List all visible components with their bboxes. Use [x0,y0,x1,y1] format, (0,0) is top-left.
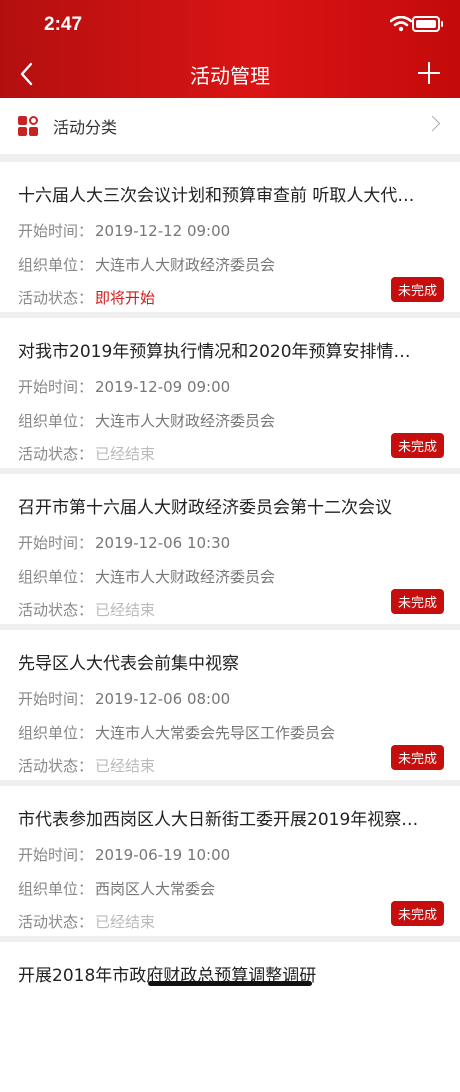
organizer-value: 大连市人大常委会先导区工作委员会 [95,724,335,742]
organizer-value: 大连市人大财政经济委员会 [95,412,275,430]
nav-bar: 活动管理 [0,50,460,98]
start-time-value: 2019-12-06 10:30 [95,534,230,552]
start-time-label: 开始时间： [18,378,93,396]
activity-title: 先导区人大代表会前集中视察 [18,649,442,674]
state-label: 活动状态： [18,601,93,619]
start-time-label: 开始时间： [18,534,93,552]
organizer-value: 西岗区人大常委会 [95,880,215,898]
activity-title: 市代表参加西岗区人大日新街工委开展2019年视察… [18,805,442,830]
start-time-value: 2019-12-09 09:00 [95,378,230,396]
status-badge: 未完成 [391,901,444,926]
start-time-value: 2019-12-12 09:00 [95,222,230,240]
activity-card[interactable]: 开展2018年市政府财政总预算调整调研 [0,942,460,1092]
state-value: 已经结束 [95,757,155,775]
status-bar: 2:47 [0,0,460,50]
activity-card[interactable]: 召开市第十六届人大财政经济委员会第十二次会议 开始时间：2019-12-06 1… [0,474,460,624]
activity-list: 十六届人大三次会议计划和预算审查前 听取人大代… 开始时间：2019-12-12… [0,162,460,1092]
status-badge: 未完成 [391,277,444,302]
activity-category-row[interactable]: 活动分类 [0,98,460,154]
category-label: 活动分类 [53,114,117,138]
organizer-row: 组织单位：大连市人大财政经济委员会 [18,566,275,587]
start-time-value: 2019-06-19 10:00 [95,846,230,864]
organizer-row: 组织单位：大连市人大常委会先导区工作委员会 [18,722,335,743]
organizer-value: 大连市人大财政经济委员会 [95,568,275,586]
start-time-row: 开始时间：2019-12-09 09:00 [18,376,230,397]
activity-card[interactable]: 先导区人大代表会前集中视察 开始时间：2019-12-06 08:00 组织单位… [0,630,460,780]
wifi-icon [390,16,412,32]
activity-card[interactable]: 市代表参加西岗区人大日新街工委开展2019年视察… 开始时间：2019-06-1… [0,786,460,936]
organizer-label: 组织单位： [18,880,93,898]
activity-title: 召开市第十六届人大财政经济委员会第十二次会议 [18,493,442,518]
organizer-value: 大连市人大财政经济委员会 [95,256,275,274]
activity-title: 十六届人大三次会议计划和预算审查前 听取人大代… [18,181,442,206]
status-badge: 未完成 [391,433,444,458]
state-row: 活动状态：已经结束 [18,443,155,464]
start-time-value: 2019-12-06 08:00 [95,690,230,708]
state-row: 活动状态：已经结束 [18,911,155,932]
organizer-label: 组织单位： [18,568,93,586]
organizer-label: 组织单位： [18,256,93,274]
start-time-label: 开始时间： [18,690,93,708]
activity-card[interactable]: 十六届人大三次会议计划和预算审查前 听取人大代… 开始时间：2019-12-12… [0,162,460,312]
activity-title: 对我市2019年预算执行情况和2020年预算安排情… [18,337,442,362]
home-indicator[interactable] [148,981,312,986]
battery-icon [412,16,440,32]
activity-card[interactable]: 对我市2019年预算执行情况和2020年预算安排情… 开始时间：2019-12-… [0,318,460,468]
state-row: 活动状态：已经结束 [18,755,155,776]
state-label: 活动状态： [18,913,93,931]
chevron-right-icon [425,116,441,132]
category-icon [18,116,38,136]
state-label: 活动状态： [18,289,93,307]
state-value: 即将开始 [95,289,155,307]
start-time-row: 开始时间：2019-06-19 10:00 [18,844,230,865]
start-time-label: 开始时间： [18,846,93,864]
state-value: 已经结束 [95,913,155,931]
start-time-row: 开始时间：2019-12-06 08:00 [18,688,230,709]
organizer-label: 组织单位： [18,724,93,742]
add-activity-button[interactable] [418,62,440,84]
organizer-row: 组织单位：西岗区人大常委会 [18,878,215,899]
state-value: 已经结束 [95,601,155,619]
status-badge: 未完成 [391,745,444,770]
state-value: 已经结束 [95,445,155,463]
start-time-row: 开始时间：2019-12-12 09:00 [18,220,230,241]
app-header: 2:47 活动管理 [0,0,460,98]
status-time: 2:47 [44,14,82,36]
start-time-row: 开始时间：2019-12-06 10:30 [18,532,230,553]
organizer-row: 组织单位：大连市人大财政经济委员会 [18,410,275,431]
organizer-label: 组织单位： [18,412,93,430]
state-label: 活动状态： [18,757,93,775]
page-title: 活动管理 [0,60,460,89]
start-time-label: 开始时间： [18,222,93,240]
state-label: 活动状态： [18,445,93,463]
status-badge: 未完成 [391,589,444,614]
state-row: 活动状态：已经结束 [18,599,155,620]
state-row: 活动状态：即将开始 [18,287,155,308]
organizer-row: 组织单位：大连市人大财政经济委员会 [18,254,275,275]
